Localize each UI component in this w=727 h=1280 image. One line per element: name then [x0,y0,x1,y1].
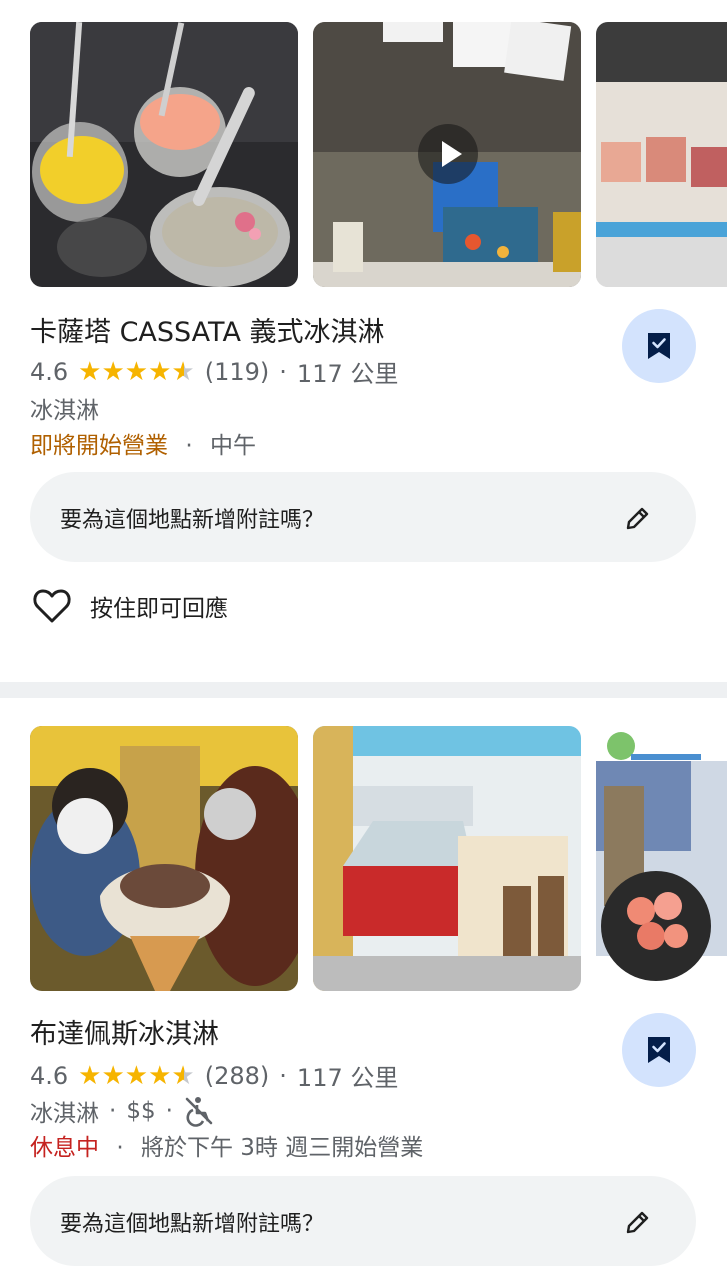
separator: · [279,1061,287,1090]
star-half-icon: ★ [171,1060,195,1091]
star-icon: ★ [148,1060,172,1091]
heart-outline-icon[interactable] [32,588,72,624]
photo-budapest-collage[interactable] [596,726,727,991]
place-name[interactable]: 卡薩塔 CASSATA 義式冰淇淋 [30,310,385,349]
pencil-icon[interactable] [624,1208,652,1236]
distance: 117 公里 [296,360,399,388]
add-note-bar[interactable]: 要為這個地點新增附註嗎？ [30,1176,696,1266]
separator: · [165,1098,173,1124]
video-shop-interior[interactable] [313,22,581,287]
separator: · [185,433,193,459]
price-level: $$ [126,1098,156,1124]
star-icon: ★ [124,356,149,387]
separator: · [116,1135,124,1161]
hours-detail: 將於下午 3時 週三開始營業 [140,1135,424,1161]
hours-row: 休息中 · 將於下午 3時 週三開始營業 [30,1128,423,1162]
category: 冰淇淋 [30,398,99,424]
rating-stars: ★ ★ ★ ★ ★ [78,359,195,385]
rating-value: 4.6 [30,357,69,386]
pencil-icon[interactable] [624,504,652,532]
review-count: (119) [204,357,270,386]
star-icon: ★ [124,1060,149,1091]
star-icon: ★ [101,356,125,387]
place-name[interactable]: 布達佩斯冰淇淋 [30,1012,219,1051]
star-icon: ★ [101,1060,125,1091]
rating-stars: ★ ★ ★ ★ ★ [78,1063,195,1089]
save-button[interactable] [622,309,696,383]
hours-row: 即將開始營業 · 中午 [30,426,256,460]
add-note-label: 要為這個地點新增附註嗎？ [60,1212,325,1237]
place-card-budapest[interactable]: 布達佩斯冰淇淋 4.6 ★ ★ ★ ★ ★ (288) · 117 公里 冰淇淋… [0,698,727,1280]
hours-detail: 中午 [209,433,256,459]
review-count: (288) [204,1061,270,1090]
bookmark-check-icon [648,333,670,359]
photo-ice-cream-display[interactable] [596,22,727,287]
photo-carousel[interactable] [30,22,727,287]
star-half-icon: ★ [171,356,195,387]
photo-ice-cream-cups[interactable] [30,22,298,287]
star-icon: ★ [78,356,102,387]
separator: · [109,1098,117,1124]
distance: 117 公里 [296,1064,399,1092]
add-note-label: 要為這個地點新增附註嗎？ [60,508,325,533]
photo-gelato-freezer[interactable] [313,726,581,991]
rating-row: 4.6 ★ ★ ★ ★ ★ (119) · 117 公里 [30,354,398,389]
photo-carousel[interactable] [30,726,727,991]
rating-value: 4.6 [30,1061,69,1090]
star-icon: ★ [78,1060,102,1091]
closed-status: 休息中 [30,1135,99,1161]
rating-row: 4.6 ★ ★ ★ ★ ★ (288) · 117 公里 [30,1058,398,1093]
react-row[interactable]: 按住即可回應 [32,588,228,624]
no-wheelchair-icon [185,1097,213,1127]
separator: · [279,357,287,386]
open-status: 即將開始營業 [30,433,168,459]
category: 冰淇淋 [30,1101,99,1127]
category-row: 冰淇淋 · $$ · [30,1094,215,1128]
play-icon[interactable] [418,124,478,184]
bookmark-check-icon [648,1037,670,1063]
photo-ice-cream-cone[interactable] [30,726,298,991]
star-icon: ★ [148,356,172,387]
save-button[interactable] [622,1013,696,1087]
place-card-cassata[interactable]: 卡薩塔 CASSATA 義式冰淇淋 4.6 ★ ★ ★ ★ ★ (119) · … [0,0,727,682]
add-note-bar[interactable]: 要為這個地點新增附註嗎？ [30,472,696,562]
react-label: 按住即可回應 [90,596,228,622]
section-divider [0,682,727,698]
